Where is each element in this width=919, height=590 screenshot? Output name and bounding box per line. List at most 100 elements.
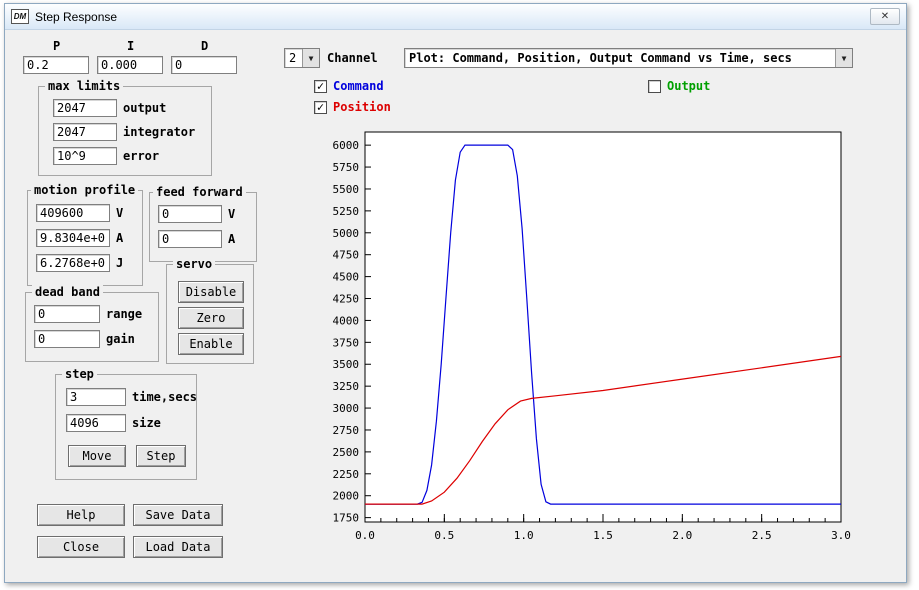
profile-velocity-label: V <box>116 206 124 220</box>
channel-value: 2 <box>289 51 297 65</box>
position-checkbox-box[interactable] <box>314 100 327 114</box>
d-label: D <box>201 39 209 53</box>
svg-text:5750: 5750 <box>333 161 360 174</box>
svg-text:0.5: 0.5 <box>434 529 454 542</box>
p-label: P <box>53 39 61 53</box>
deadband-gain-label: gain <box>106 332 135 346</box>
svg-text:5250: 5250 <box>333 205 360 218</box>
max-limits-group: max limits output integrator error <box>38 79 212 176</box>
svg-text:1.0: 1.0 <box>514 529 534 542</box>
ff-accel-label: A <box>228 232 236 246</box>
svg-text:3750: 3750 <box>333 336 360 349</box>
svg-text:0.0: 0.0 <box>355 529 375 542</box>
help-button[interactable]: Help <box>37 504 125 526</box>
save-data-button[interactable]: Save Data <box>133 504 223 526</box>
step-group: step time,secs size Move Step <box>55 367 198 480</box>
step-size-label: size <box>132 416 161 430</box>
svg-text:2000: 2000 <box>333 490 360 503</box>
position-checkbox-label: Position <box>333 100 391 114</box>
window-title: Step Response <box>35 9 118 24</box>
dead-band-group: dead band range gain <box>25 285 159 362</box>
app-icon: DM <box>11 9 29 24</box>
svg-text:4750: 4750 <box>333 249 360 262</box>
output-checkbox-label: Output <box>667 79 711 93</box>
plot-select[interactable]: Plot: Command, Position, Output Command … <box>404 48 853 68</box>
svg-text:2.5: 2.5 <box>752 529 772 542</box>
channel-label: Channel <box>327 51 378 65</box>
svg-text:4000: 4000 <box>333 314 360 327</box>
svg-text:2750: 2750 <box>333 424 360 437</box>
servo-group: servo Disable Zero Enable <box>166 257 254 364</box>
svg-text:5000: 5000 <box>333 227 360 240</box>
command-checkbox-box[interactable] <box>314 79 327 93</box>
step-title: step <box>62 367 97 381</box>
ff-velocity-input[interactable] <box>158 205 222 223</box>
svg-text:1.5: 1.5 <box>593 529 613 542</box>
servo-zero-button[interactable]: Zero <box>178 307 244 329</box>
command-checkbox-label: Command <box>333 79 384 93</box>
svg-text:2500: 2500 <box>333 446 360 459</box>
close-dialog-button[interactable]: Close <box>37 536 125 558</box>
profile-accel-label: A <box>116 231 124 245</box>
svg-text:3250: 3250 <box>333 380 360 393</box>
svg-text:2250: 2250 <box>333 468 360 481</box>
plot-select-value: Plot: Command, Position, Output Command … <box>409 51 792 65</box>
max-output-label: output <box>123 101 167 115</box>
profile-accel-input[interactable] <box>36 229 110 247</box>
p-input[interactable] <box>23 56 89 74</box>
max-integrator-input[interactable] <box>53 123 117 141</box>
svg-text:2.0: 2.0 <box>672 529 692 542</box>
move-button[interactable]: Move <box>68 445 126 467</box>
deadband-gain-input[interactable] <box>34 330 100 348</box>
ff-accel-input[interactable] <box>158 230 222 248</box>
channel-dropdown-arrow-icon[interactable]: ▼ <box>302 49 319 67</box>
step-time-input[interactable] <box>66 388 126 406</box>
output-checkbox[interactable]: Output <box>648 79 710 93</box>
svg-text:6000: 6000 <box>333 139 360 152</box>
titlebar[interactable]: DM Step Response ✕ <box>5 4 906 30</box>
max-error-input[interactable] <box>53 147 117 165</box>
feed-forward-title: feed forward <box>153 185 246 199</box>
svg-text:3000: 3000 <box>333 402 360 415</box>
svg-text:4500: 4500 <box>333 271 360 284</box>
max-integrator-label: integrator <box>123 125 196 139</box>
output-checkbox-box[interactable] <box>648 79 661 93</box>
i-input[interactable] <box>97 56 163 74</box>
servo-disable-button[interactable]: Disable <box>178 281 244 303</box>
load-data-button[interactable]: Load Data <box>133 536 223 558</box>
deadband-range-input[interactable] <box>34 305 100 323</box>
command-checkbox[interactable]: Command <box>314 79 384 93</box>
close-button[interactable]: ✕ <box>870 8 900 25</box>
servo-enable-button[interactable]: Enable <box>178 333 244 355</box>
step-response-chart: 1750 2000 2250 2500 2750 3000 3250 3500 3750 4000… <box>333 131 851 542</box>
feed-forward-group: feed forward V A <box>149 185 257 262</box>
svg-text:5500: 5500 <box>333 183 360 196</box>
svg-text:3.0: 3.0 <box>831 529 851 542</box>
channel-select[interactable]: 2 ▼ <box>284 48 320 68</box>
step-time-label: time,secs <box>132 390 198 404</box>
svg-text:4250: 4250 <box>333 293 360 306</box>
svg-text:3500: 3500 <box>333 358 360 371</box>
profile-velocity-input[interactable] <box>36 204 110 222</box>
servo-title: servo <box>173 257 216 271</box>
step-size-input[interactable] <box>66 414 126 432</box>
deadband-range-label: range <box>106 307 143 321</box>
close-icon: ✕ <box>880 11 890 22</box>
plot-dropdown-arrow-icon[interactable]: ▼ <box>835 49 852 67</box>
svg-text:1750: 1750 <box>333 512 360 525</box>
motion-profile-title: motion profile <box>31 183 139 197</box>
dead-band-title: dead band <box>32 285 104 299</box>
ff-velocity-label: V <box>228 207 236 221</box>
max-error-label: error <box>123 149 160 163</box>
profile-jerk-input[interactable] <box>36 254 110 272</box>
step-button[interactable]: Step <box>136 445 186 467</box>
d-input[interactable] <box>171 56 237 74</box>
step-response-window: DM Step Response ✕ P I D max limits outp… <box>4 3 907 583</box>
position-checkbox[interactable]: Position <box>314 100 391 114</box>
dialog-content: P I D max limits output integrator error… <box>5 30 906 582</box>
profile-jerk-label: J <box>116 256 124 270</box>
i-label: I <box>127 39 135 53</box>
max-output-input[interactable] <box>53 99 117 117</box>
max-limits-title: max limits <box>45 79 124 93</box>
motion-profile-group: motion profile V A J <box>27 183 143 286</box>
